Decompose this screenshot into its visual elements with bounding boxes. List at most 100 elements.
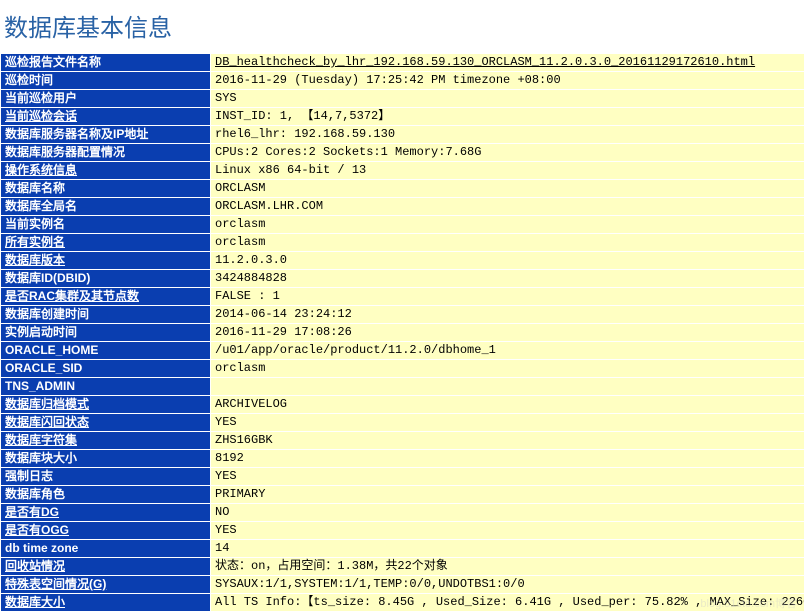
table-row: 数据库服务器配置情况CPUs:2 Cores:2 Sockets:1 Memor… bbox=[1, 144, 805, 162]
row-label: 当前巡检用户 bbox=[1, 90, 211, 108]
row-label: ORACLE_SID bbox=[1, 360, 211, 378]
row-label: 是否有OGG bbox=[1, 522, 211, 540]
table-row: 数据库角色PRIMARY bbox=[1, 486, 805, 504]
db-info-table: 巡检报告文件名称 DB_healthcheck_by_lhr_192.168.59… bbox=[0, 53, 805, 612]
label-link[interactable]: 数据库版本 bbox=[5, 253, 65, 267]
table-row: 当前巡检会话 INST_ID: 1, 【14,7,5372】 bbox=[1, 108, 805, 126]
row-value: SYS bbox=[211, 90, 805, 108]
table-row: 当前实例名orclasm bbox=[1, 216, 805, 234]
row-label: 是否有DG bbox=[1, 504, 211, 522]
label-link[interactable]: 数据库闪回状态 bbox=[5, 415, 89, 429]
table-row: 数据库全局名ORCLASM.LHR.COM bbox=[1, 198, 805, 216]
row-value: YES bbox=[211, 522, 805, 540]
row-value: orclasm bbox=[211, 216, 805, 234]
row-value: 2016-11-29 (Tuesday) 17:25:42 PM timezon… bbox=[211, 72, 805, 90]
label-link[interactable]: 数据库字符集 bbox=[5, 433, 77, 447]
label-link[interactable]: 是否RAC集群及其节点数 bbox=[5, 289, 139, 303]
table-row: 实例启动时间2016-11-29 17:08:26 bbox=[1, 324, 805, 342]
row-value: /u01/app/oracle/product/11.2.0/dbhome_1 bbox=[211, 342, 805, 360]
row-label: 数据库服务器名称及IP地址 bbox=[1, 126, 211, 144]
table-row: 数据库归档模式 ARCHIVELOG bbox=[1, 396, 805, 414]
table-row: 是否有OGG YES bbox=[1, 522, 805, 540]
row-value: orclasm bbox=[211, 360, 805, 378]
label-link[interactable]: 数据库大小 bbox=[5, 595, 65, 609]
row-value: rhel6_lhr: 192.168.59.130 bbox=[211, 126, 805, 144]
row-label: 强制日志 bbox=[1, 468, 211, 486]
row-value bbox=[211, 378, 805, 396]
row-label: 数据库归档模式 bbox=[1, 396, 211, 414]
row-value: 11.2.0.3.0 bbox=[211, 252, 805, 270]
row-value: 8192 bbox=[211, 450, 805, 468]
table-row: 数据库块大小8192 bbox=[1, 450, 805, 468]
row-label: 特殊表空间情况(G) bbox=[1, 576, 211, 594]
table-row: 数据库创建时间2014-06-14 23:24:12 bbox=[1, 306, 805, 324]
row-label: 数据库大小 bbox=[1, 594, 211, 612]
label-link[interactable]: 回收站情况 bbox=[5, 559, 65, 573]
row-value: 2014-06-14 23:24:12 bbox=[211, 306, 805, 324]
row-label: 是否RAC集群及其节点数 bbox=[1, 288, 211, 306]
row-label: ORACLE_HOME bbox=[1, 342, 211, 360]
label-link[interactable]: 数据库归档模式 bbox=[5, 397, 89, 411]
row-label: 当前实例名 bbox=[1, 216, 211, 234]
row-value: DB_healthcheck_by_lhr_192.168.59.130_ORC… bbox=[211, 54, 805, 72]
label-link[interactable]: 所有实例名 bbox=[5, 235, 65, 249]
row-value: 3424884828 bbox=[211, 270, 805, 288]
row-label: 数据库块大小 bbox=[1, 450, 211, 468]
watermark: blog.51cto.com博客 bbox=[700, 595, 797, 611]
label-link[interactable]: 是否有OGG bbox=[5, 523, 69, 537]
table-row: 特殊表空间情况(G) SYSAUX:1/1,SYSTEM:1/1,TEMP:0/0… bbox=[1, 576, 805, 594]
row-label: 数据库ID(DBID) bbox=[1, 270, 211, 288]
row-label: 数据库闪回状态 bbox=[1, 414, 211, 432]
row-label: 数据库全局名 bbox=[1, 198, 211, 216]
row-label: 数据库角色 bbox=[1, 486, 211, 504]
row-label: 数据库名称 bbox=[1, 180, 211, 198]
row-label: 数据库创建时间 bbox=[1, 306, 211, 324]
table-row: 巡检时间2016-11-29 (Tuesday) 17:25:42 PM tim… bbox=[1, 72, 805, 90]
table-row: ORACLE_HOME/u01/app/oracle/product/11.2.… bbox=[1, 342, 805, 360]
label-link[interactable]: 特殊表空间情况(G) bbox=[5, 577, 106, 591]
row-value: Linux x86 64-bit / 13 bbox=[211, 162, 805, 180]
row-value: CPUs:2 Cores:2 Sockets:1 Memory:7.68G bbox=[211, 144, 805, 162]
row-value: ORCLASM.LHR.COM bbox=[211, 198, 805, 216]
table-row: ORACLE_SIDorclasm bbox=[1, 360, 805, 378]
row-value: INST_ID: 1, 【14,7,5372】 bbox=[211, 108, 805, 126]
row-label: TNS_ADMIN bbox=[1, 378, 211, 396]
row-label: 当前巡检会话 bbox=[1, 108, 211, 126]
table-row: 数据库服务器名称及IP地址rhel6_lhr: 192.168.59.130 bbox=[1, 126, 805, 144]
label-link[interactable]: 当前巡检会话 bbox=[5, 109, 77, 123]
row-label: 巡检时间 bbox=[1, 72, 211, 90]
row-value: orclasm bbox=[211, 234, 805, 252]
row-label: 巡检报告文件名称 bbox=[1, 54, 211, 72]
row-value: 2016-11-29 17:08:26 bbox=[211, 324, 805, 342]
table-row: 所有实例名 orclasm bbox=[1, 234, 805, 252]
label-link[interactable]: 是否有DG bbox=[5, 505, 59, 519]
row-value: 14 bbox=[211, 540, 805, 558]
row-value: NO bbox=[211, 504, 805, 522]
row-label: 数据库字符集 bbox=[1, 432, 211, 450]
row-value: YES bbox=[211, 414, 805, 432]
row-label: 数据库服务器配置情况 bbox=[1, 144, 211, 162]
row-label: 所有实例名 bbox=[1, 234, 211, 252]
row-label: 数据库版本 bbox=[1, 252, 211, 270]
table-row: 强制日志YES bbox=[1, 468, 805, 486]
table-row: 回收站情况 状态：on，占用空间：1.38M，共22个对象 bbox=[1, 558, 805, 576]
row-value: ZHS16GBK bbox=[211, 432, 805, 450]
table-row: 当前巡检用户SYS bbox=[1, 90, 805, 108]
row-value: FALSE : 1 bbox=[211, 288, 805, 306]
row-value: ORCLASM bbox=[211, 180, 805, 198]
table-row: 数据库字符集 ZHS16GBK bbox=[1, 432, 805, 450]
value-link[interactable]: DB_healthcheck_by_lhr_192.168.59.130_ORC… bbox=[215, 55, 755, 69]
table-row: 数据库ID(DBID)3424884828 bbox=[1, 270, 805, 288]
row-value: SYSAUX:1/1,SYSTEM:1/1,TEMP:0/0,UNDOTBS1:… bbox=[211, 576, 805, 594]
row-value: PRIMARY bbox=[211, 486, 805, 504]
table-row: 数据库大小All TS Info:【ts_size: 8.45G , Used_… bbox=[1, 594, 805, 612]
table-row: TNS_ADMIN bbox=[1, 378, 805, 396]
row-value: 状态：on，占用空间：1.38M，共22个对象 bbox=[211, 558, 805, 576]
table-row: 是否有DG NO bbox=[1, 504, 805, 522]
table-row: 是否RAC集群及其节点数 FALSE : 1 bbox=[1, 288, 805, 306]
row-label: 操作系统信息 bbox=[1, 162, 211, 180]
row-value: ARCHIVELOG bbox=[211, 396, 805, 414]
label-link[interactable]: 操作系统信息 bbox=[5, 163, 77, 177]
table-row: 巡检报告文件名称 DB_healthcheck_by_lhr_192.168.59… bbox=[1, 54, 805, 72]
row-label: 实例启动时间 bbox=[1, 324, 211, 342]
